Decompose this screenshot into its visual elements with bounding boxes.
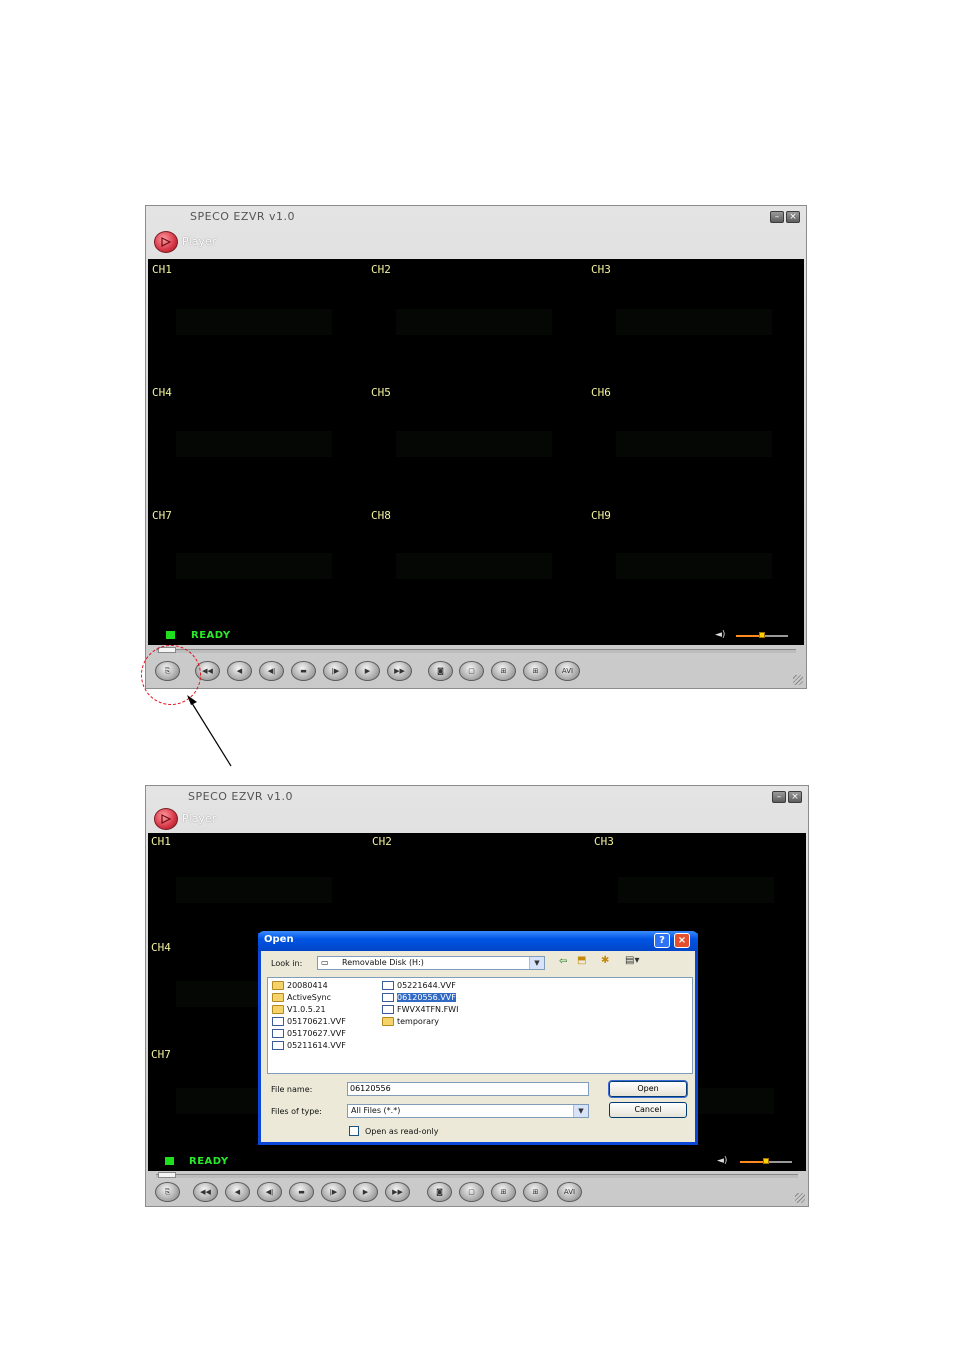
quad-view-button[interactable]: ⊞ <box>491 1182 516 1202</box>
video-grid: CH1 CH2 CH3 CH4 CH7 READY ◄) Open ? × Lo… <box>148 833 806 1171</box>
minimize-button[interactable]: – <box>772 791 786 803</box>
folder-icon <box>382 1017 394 1026</box>
mode-label: Player <box>182 812 217 825</box>
close-button[interactable]: × <box>788 791 802 803</box>
chevron-down-icon[interactable]: ▼ <box>529 957 544 969</box>
up-folder-icon[interactable]: ⬒ <box>577 955 586 966</box>
back-icon[interactable]: ⇦ <box>559 956 567 967</box>
item-label: 20080414 <box>287 981 328 990</box>
app-title: SPECO EZVR v1.0 <box>188 790 294 803</box>
status-led <box>165 1157 174 1165</box>
list-item[interactable]: FWVX4TFN.FWI <box>382 1004 458 1015</box>
list-item[interactable]: 05221644.VVF <box>382 980 456 991</box>
dialog-title-bar[interactable]: Open ? × <box>258 931 698 951</box>
folder-icon <box>272 993 284 1002</box>
item-label: ActiveSync <box>287 993 332 1002</box>
item-label: FWVX4TFN.FWI <box>397 1005 459 1014</box>
read-only-label: Open as read-only <box>365 1127 439 1136</box>
dialog-title: Open <box>264 934 294 945</box>
channel-label-4: CH4 <box>151 941 171 954</box>
item-label: 06120556.VVF <box>397 993 456 1002</box>
item-label: temporary <box>397 1017 440 1026</box>
files-of-type-dropdown[interactable]: All Files (*.*) ▼ <box>347 1104 589 1118</box>
new-folder-icon[interactable]: ✱ <box>601 955 609 966</box>
channel-view-3[interactable] <box>618 877 774 903</box>
slow-forward-button[interactable]: ǀ▶ <box>321 1182 346 1202</box>
list-item[interactable]: 05170627.VVF <box>272 1028 346 1039</box>
chevron-down-icon[interactable]: ▼ <box>573 1105 588 1117</box>
folder-icon <box>272 981 284 990</box>
drive-icon: ▭ <box>321 958 329 967</box>
avi-button[interactable]: AVI <box>557 1182 582 1202</box>
open-button[interactable]: Open <box>608 1080 688 1098</box>
player-mode-icon[interactable] <box>154 808 178 830</box>
look-in-label: Look in: <box>271 959 303 968</box>
files-of-type-value: All Files (*.*) <box>351 1106 401 1115</box>
files-of-type-label: Files of type: <box>271 1107 322 1116</box>
read-only-checkbox[interactable] <box>349 1126 359 1136</box>
open-file-dialog: Open ? × Look in: ▭ Removable Disk (H:) … <box>258 931 698 1145</box>
single-view-button[interactable]: ▢ <box>459 1182 484 1202</box>
slow-back-button[interactable]: ◀ǀ <box>257 1182 282 1202</box>
file-icon <box>272 1041 284 1050</box>
open-file-button[interactable]: ⎘ <box>155 1182 180 1202</box>
nine-view-button[interactable]: ⊞ <box>523 1182 548 1202</box>
channel-label-7: CH7 <box>151 1048 171 1061</box>
look-in-value: Removable Disk (H:) <box>342 958 424 967</box>
list-item[interactable]: 20080414 <box>272 980 328 991</box>
view-menu-icon[interactable]: ▤▾ <box>625 955 639 966</box>
item-label: 05170627.VVF <box>287 1029 346 1038</box>
list-item[interactable]: 05211614.VVF <box>272 1040 346 1051</box>
file-name-label: File name: <box>271 1085 313 1094</box>
file-list[interactable]: 20080414 ActiveSync V1.0.5.21 05170621.V… <box>267 977 693 1074</box>
dialog-close-button[interactable]: × <box>674 933 690 948</box>
seek-knob[interactable] <box>158 1172 176 1178</box>
list-item[interactable]: temporary <box>382 1016 439 1027</box>
channel-view-1[interactable] <box>176 877 332 903</box>
player-window-with-dialog: SPECO EZVR v1.0 – × Player CH1 CH2 CH3 C… <box>145 785 809 1207</box>
file-icon <box>382 993 394 1002</box>
list-item[interactable]: 05170621.VVF <box>272 1016 346 1027</box>
item-label: 05170621.VVF <box>287 1017 346 1026</box>
channel-label-3: CH3 <box>594 835 614 848</box>
list-item[interactable]: ActiveSync <box>272 992 331 1003</box>
resize-grip[interactable] <box>795 1193 805 1203</box>
item-label: 05211614.VVF <box>287 1041 346 1050</box>
help-button[interactable]: ? <box>654 933 670 948</box>
file-name-input[interactable]: 06120556 <box>347 1082 589 1096</box>
channel-label-1: CH1 <box>151 835 171 848</box>
item-label: V1.0.5.21 <box>287 1005 326 1014</box>
status-text: READY <box>189 1156 229 1167</box>
snapshot-button[interactable]: ◙ <box>427 1182 452 1202</box>
fast-forward-button[interactable]: ▶▶ <box>385 1182 410 1202</box>
item-label: 05221644.VVF <box>397 981 456 990</box>
file-icon <box>272 1029 284 1038</box>
pause-button[interactable]: ▬ <box>289 1182 314 1202</box>
list-item-selected[interactable]: 06120556.VVF <box>382 992 456 1003</box>
list-item[interactable]: V1.0.5.21 <box>272 1004 326 1015</box>
volume-icon: ◄) <box>717 1156 728 1166</box>
cancel-button[interactable]: Cancel <box>609 1102 687 1118</box>
title-bar[interactable]: SPECO EZVR v1.0 – × <box>146 786 808 808</box>
volume-knob[interactable] <box>763 1158 769 1164</box>
play-button[interactable]: ▶ <box>353 1182 378 1202</box>
file-icon <box>272 1017 284 1026</box>
rewind-button[interactable]: ◀◀ <box>193 1182 218 1202</box>
channel-label-2: CH2 <box>372 835 392 848</box>
seek-bar[interactable] <box>156 1174 798 1178</box>
file-icon <box>382 981 394 990</box>
folder-icon <box>272 1005 284 1014</box>
step-back-button[interactable]: ◀ <box>225 1182 250 1202</box>
file-icon <box>382 1005 394 1014</box>
look-in-dropdown[interactable]: ▭ Removable Disk (H:) ▼ <box>317 956 545 970</box>
